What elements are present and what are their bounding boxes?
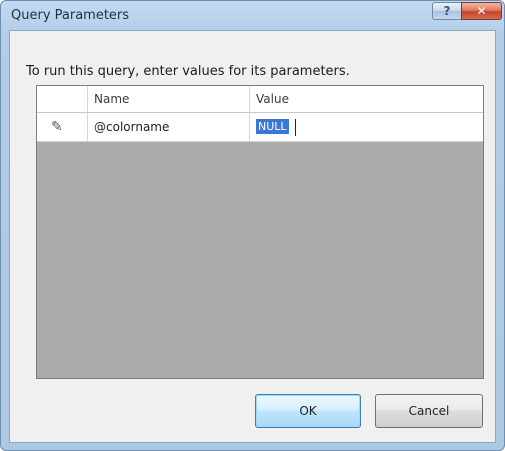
close-button[interactable]: ✕ [461, 2, 502, 20]
parameters-grid: Name Value ✎ @colorname NULL [36, 85, 484, 379]
text-cursor [294, 119, 296, 136]
ok-button[interactable]: OK [255, 394, 361, 428]
window-title: Query Parameters [11, 8, 130, 23]
cancel-button[interactable]: Cancel [375, 394, 483, 428]
name-column-header[interactable]: Name [88, 86, 250, 112]
parameter-name-cell[interactable]: @colorname [88, 113, 250, 141]
value-column-header[interactable]: Value [250, 86, 483, 112]
row-header-column [37, 86, 88, 112]
grid-header: Name Value [37, 86, 483, 113]
parameter-value-cell[interactable]: NULL [250, 113, 483, 141]
close-icon: ✕ [476, 4, 487, 18]
pencil-icon: ✎ [37, 113, 88, 141]
parameter-value-input[interactable]: NULL [256, 119, 289, 134]
instruction-text: To run this query, enter values for its … [26, 64, 350, 79]
question-icon: ? [443, 4, 451, 18]
help-button[interactable]: ? [432, 2, 462, 20]
table-row[interactable]: ✎ @colorname NULL [37, 113, 483, 142]
